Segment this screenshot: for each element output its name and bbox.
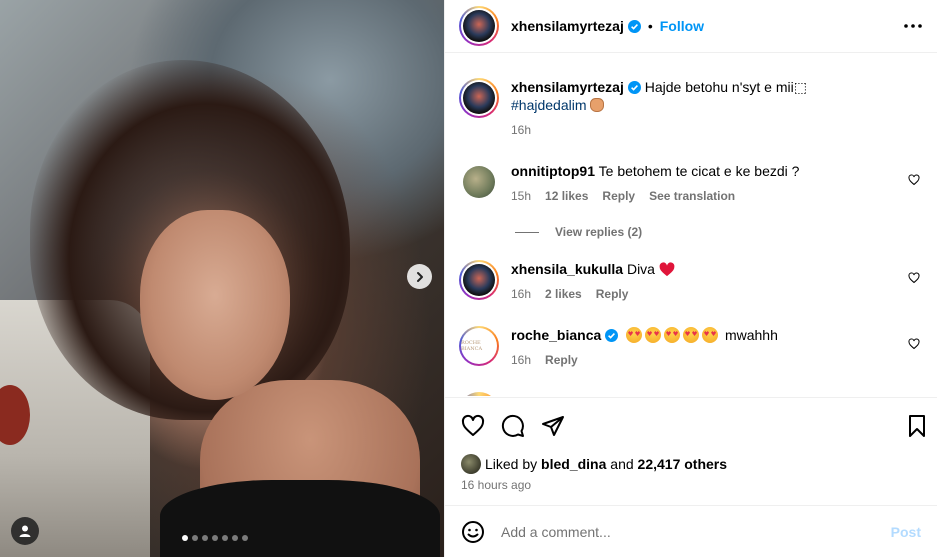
likes-count[interactable]: 22,417 others [638,456,728,472]
verified-badge-icon [627,81,641,94]
heart-eyes-emoji-icon [683,327,700,343]
carousel-dot [232,535,238,541]
heart-eyes-emoji-icon [626,327,643,343]
author-username[interactable]: xhensilamyrtezaj [511,18,624,34]
reply-button[interactable]: Reply [545,351,578,369]
author-avatar[interactable] [459,78,499,118]
post-comment-button[interactable]: Post [891,524,921,540]
share-send-icon[interactable] [541,414,565,438]
like-comment-heart-icon[interactable] [908,174,920,186]
more-options-icon[interactable] [903,16,923,36]
red-heart-emoji-icon [659,262,675,277]
comment-item: xhensila_kukulla Diva 16h 2 likes Reply [459,260,924,303]
add-comment-bar: Add a comment... Post [445,505,937,557]
like-comment-heart-icon[interactable] [908,338,920,350]
liker-avatar [461,454,481,474]
follow-button[interactable]: Follow [660,18,704,34]
view-replies-label: View replies (2) [555,225,643,239]
post-timestamp: 16 hours ago [461,478,532,492]
hashtag-link[interactable]: #hajdedalim [511,97,587,113]
heart-eyes-emoji-icon [645,327,662,343]
avatar-logo-text: ROCHE BIANCA [461,328,497,364]
verified-badge-icon [627,19,641,33]
comment-time: 16h [511,353,532,367]
comment-item: ROCHE BIANCA roche_bianca mwahhh 16h Rep… [459,326,924,369]
photo-face [140,210,290,400]
action-bar: Liked by bled_dina and 22,417 others 16 … [445,397,937,505]
caption-text: Hajde betohu n'syt e mii⬚ [644,79,807,95]
emoji-picker-icon[interactable] [461,520,485,544]
liker-username[interactable]: bled_dina [541,456,606,472]
like-comment-heart-icon[interactable] [908,272,920,284]
reply-button[interactable]: Reply [596,285,629,303]
comment-username[interactable]: xhensila_kukulla [511,261,623,277]
comments-section[interactable]: xhensilamyrtezaj Hajde betohu n'syt e mi… [445,54,937,396]
heart-eyes-emoji-icon [664,327,681,343]
commenter-avatar[interactable] [459,260,499,300]
heart-eyes-emoji-icon [702,327,719,343]
carousel-dot [192,535,198,541]
save-bookmark-icon[interactable] [905,414,929,438]
carousel-dot [222,535,228,541]
view-replies-button[interactable]: View replies (2) [515,225,642,239]
comment-time: 15h [511,189,532,203]
caption: xhensilamyrtezaj Hajde betohu n'syt e mi… [459,78,924,139]
next-commenter-avatar[interactable] [459,392,499,396]
tagged-users-button[interactable] [11,517,39,545]
like-heart-icon[interactable] [461,414,485,438]
likes-and: and [610,456,634,472]
separator-dot: • [647,18,653,34]
caption-time: 16h [511,123,532,137]
comment-time: 16h [511,287,532,301]
carousel-dot [212,535,218,541]
post-dialog: xhensilamyrtezaj • Follow xhensilamyrtez… [0,0,937,557]
carousel-next-button[interactable] [407,264,432,289]
comment-text: Te betohem te cicat e ke bezdi ? [598,163,800,179]
post-header: xhensilamyrtezaj • Follow [445,0,937,53]
comment-username[interactable]: onnitiptop91 [511,163,595,179]
liked-by-label: Liked by [485,456,538,472]
author-avatar[interactable] [459,6,499,46]
photo-top [160,480,440,557]
carousel-indicator [182,535,248,541]
person-icon [19,525,31,537]
comment-text: Diva [626,261,655,277]
comment-username[interactable]: roche_bianca [511,327,601,343]
comment-item: onnitiptop91 Te betohem te cicat e ke be… [459,162,924,205]
comment-input[interactable]: Add a comment... [501,524,891,540]
comment-likes[interactable]: 2 likes [545,285,582,303]
post-media[interactable] [0,0,444,557]
comment-text: mwahhh [724,327,778,343]
reply-button[interactable]: Reply [602,187,635,205]
likes-summary[interactable]: Liked by bled_dina and 22,417 others [461,454,727,474]
commenter-avatar[interactable]: ROCHE BIANCA [459,326,499,366]
comment-likes[interactable]: 12 likes [545,187,588,205]
see-translation-button[interactable]: See translation [649,187,735,205]
replies-divider [515,231,539,233]
carousel-dot [202,535,208,541]
caption-username[interactable]: xhensilamyrtezaj [511,79,624,95]
carousel-dot [242,535,248,541]
hand-emoji-icon [590,98,605,112]
carousel-dot [182,535,188,541]
chevron-right-icon [416,271,423,282]
verified-badge-icon [605,329,619,342]
commenter-avatar[interactable] [459,162,499,205]
comment-bubble-icon[interactable] [501,414,525,438]
post-side-panel: xhensilamyrtezaj • Follow xhensilamyrtez… [444,0,937,557]
